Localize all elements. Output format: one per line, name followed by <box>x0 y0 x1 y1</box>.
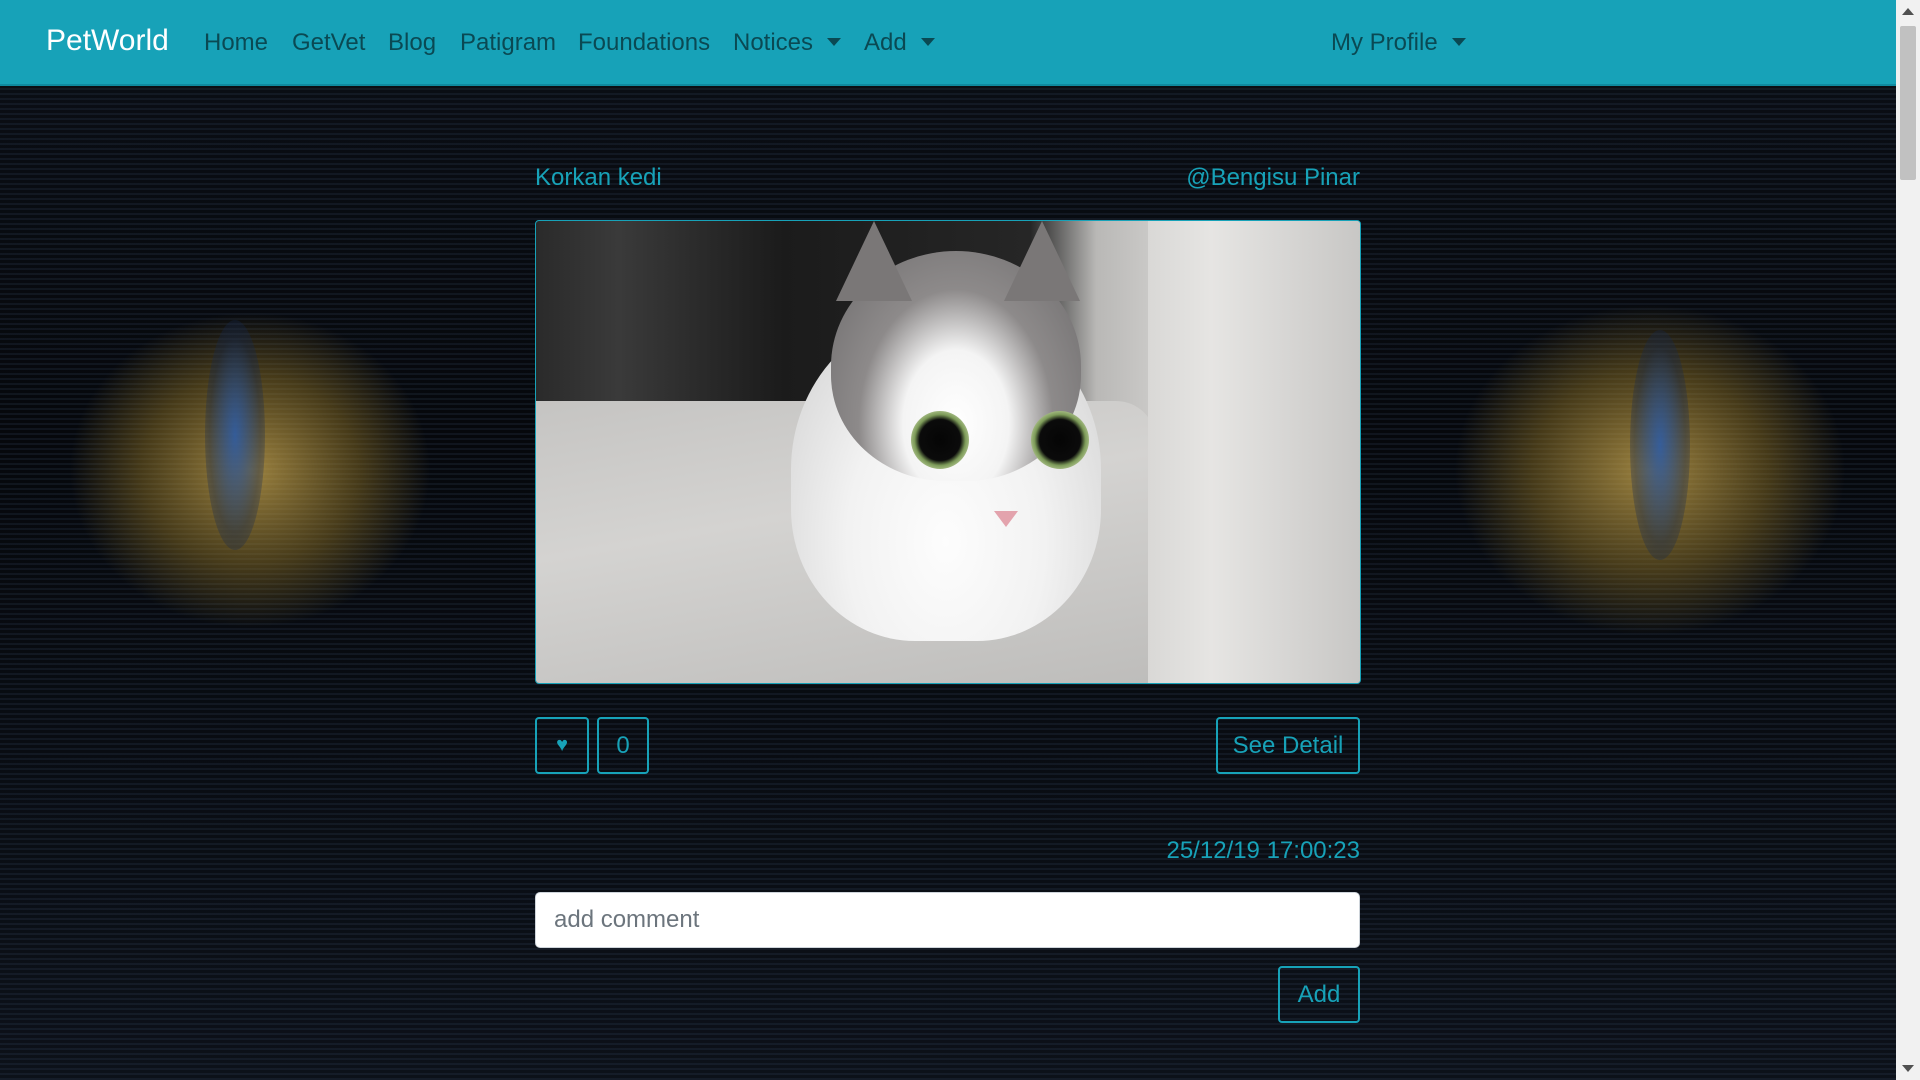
top-navbar: PetWorld Home GetVet Blog Patigram Found… <box>0 0 1896 86</box>
nav-profile-dropdown[interactable]: My Profile <box>1331 29 1466 57</box>
scroll-down-arrow-icon[interactable] <box>1902 1065 1914 1072</box>
nav-foundations[interactable]: Foundations <box>578 29 710 57</box>
caret-down-icon <box>1451 38 1466 46</box>
vertical-scrollbar[interactable] <box>1896 0 1920 1080</box>
nav-add-dropdown[interactable]: Add <box>864 29 935 57</box>
nav-getvet[interactable]: GetVet <box>292 29 365 57</box>
image-cat-eye-left <box>911 411 969 469</box>
nav-notices-dropdown[interactable]: Notices <box>733 29 842 57</box>
post-author[interactable]: @Bengisu Pinar <box>1186 164 1360 192</box>
caret-down-icon <box>827 38 842 46</box>
see-detail-button[interactable]: See Detail <box>1216 717 1360 774</box>
add-comment-button[interactable]: Add <box>1278 966 1360 1023</box>
image-chair-side <box>1148 221 1360 683</box>
nav-profile-label: My Profile <box>1331 29 1438 56</box>
brand-logo[interactable]: PetWorld <box>46 24 169 58</box>
heart-icon: ♥ <box>556 734 568 756</box>
scroll-up-arrow-icon[interactable] <box>1902 8 1914 15</box>
image-cat-eye-right <box>1031 411 1089 469</box>
background-cat-eye-right <box>1630 330 1690 560</box>
nav-home[interactable]: Home <box>204 29 268 57</box>
page-background: PetWorld Home GetVet Blog Patigram Found… <box>0 0 1896 1080</box>
post-timestamp: 25/12/19 17:00:23 <box>1166 837 1360 864</box>
post-image <box>535 220 1361 684</box>
caret-down-icon <box>920 38 935 46</box>
nav-add-label: Add <box>864 29 907 56</box>
background-cat-eye-left <box>205 320 265 550</box>
nav-patigram[interactable]: Patigram <box>460 29 556 57</box>
nav-blog[interactable]: Blog <box>388 29 436 57</box>
comment-input[interactable] <box>535 892 1360 948</box>
image-cat-ear-left <box>836 221 912 301</box>
nav-notices-label: Notices <box>733 29 814 56</box>
like-button[interactable]: ♥ <box>535 717 589 774</box>
post-title: Korkan kedi <box>535 164 662 191</box>
image-cat-nose <box>994 511 1018 527</box>
image-cat-ear-right <box>1004 221 1080 301</box>
like-count-button[interactable]: 0 <box>597 717 649 774</box>
scrollbar-thumb[interactable] <box>1900 26 1916 180</box>
